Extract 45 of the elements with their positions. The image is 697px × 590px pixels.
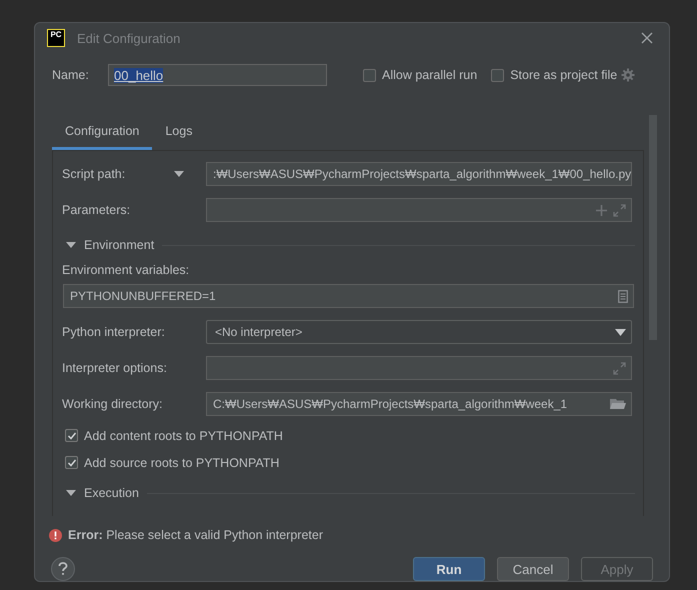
tab[interactable]: Logs [152,117,206,150]
field-label: Working directory: [62,397,164,411]
close-icon[interactable] [641,32,653,44]
parameters-field[interactable] [206,198,632,222]
app-logo-icon: PC [47,29,65,47]
help-button[interactable] [51,557,75,581]
checkbox-label: Store as project file [510,68,618,82]
dropdown-arrow-icon[interactable] [615,328,626,336]
add-icon[interactable] [596,204,607,216]
checkbox[interactable] [491,68,504,82]
interpreter-options-field[interactable] [206,356,632,380]
document-icon[interactable] [618,290,628,302]
field-label: Parameters: [62,203,132,217]
section-title: Execution [84,486,139,500]
field-label: Python interpreter: [62,325,166,339]
script-path-field[interactable]: :₩Users₩ASUS₩PycharmProjects₩sparta_algorithm₩week_1₩00_hello.py [206,162,632,186]
checkbox-label: Allow parallel run [382,68,478,82]
dialog-button[interactable]: Cancel [497,557,569,581]
name-field[interactable]: 00_hello [108,64,327,86]
checkbox[interactable] [363,68,376,82]
expand-icon[interactable] [613,204,626,216]
window-title: Edit Configuration [77,30,182,46]
error-message: Error: Please select a valid Python interpreter [68,528,323,542]
folder-icon[interactable] [610,398,626,410]
tab[interactable]: Configuration [52,117,152,150]
checkbox-label: Add source roots to PYTHONPATH [84,456,280,470]
expand-arrow-icon[interactable] [66,490,76,496]
field-label: Environment variables: [62,263,190,277]
name-label: Name: [52,68,90,82]
question-mark-icon [58,562,68,576]
dropdown-arrow-icon[interactable] [174,171,184,177]
checkbox[interactable] [65,456,78,469]
interpreter-dropdown[interactable]: <No interpreter> [206,320,632,344]
section-title: Environment [84,238,154,252]
dialog-button[interactable]: Run [413,557,485,581]
expand-arrow-icon[interactable] [66,242,76,248]
error-icon [49,528,62,542]
field-label: Interpreter options: [62,361,168,375]
environment-variables-field[interactable]: PYTHONUNBUFFERED=1 [63,284,634,308]
working-directory-field[interactable]: C:₩Users₩ASUS₩PycharmProjects₩sparta_algorithm₩week_1 [206,392,632,416]
checkbox[interactable] [65,429,78,442]
expand-icon[interactable] [613,362,626,374]
field-label: Script path: [62,167,126,181]
settings-icon[interactable] [621,68,636,82]
checkbox-label: Add content roots to PYTHONPATH [84,428,283,442]
